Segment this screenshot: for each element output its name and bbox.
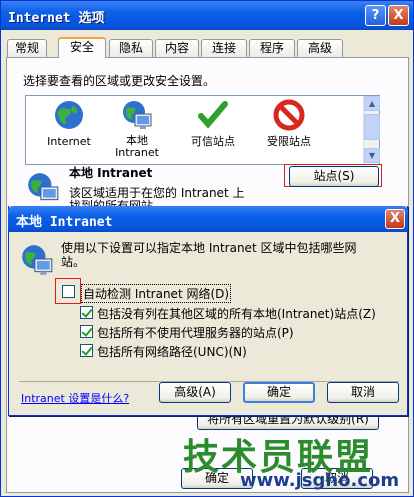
scroll-thumb[interactable]: [364, 114, 380, 140]
close-button[interactable]: X: [388, 5, 409, 26]
advanced-button[interactable]: 高级(A): [159, 382, 231, 403]
zone-trusted-sites-label: 可信站点: [191, 135, 235, 148]
tab-connections[interactable]: 连接: [201, 39, 247, 57]
no-entry-icon: [273, 99, 305, 131]
include-local-sites-checkbox[interactable]: [80, 306, 93, 319]
include-unc-label[interactable]: 包括所有网络路径(UNC)(N): [97, 343, 247, 360]
dialog-ok-button[interactable]: 确定: [243, 382, 315, 403]
globe-icon: [55, 101, 83, 129]
intranet-monitor-icon: [123, 101, 152, 129]
include-unc-checkbox[interactable]: [80, 344, 93, 357]
zone-restricted-sites[interactable]: 受限站点: [250, 96, 328, 148]
tab-security[interactable]: 安全: [58, 37, 106, 58]
zone-trusted-sites[interactable]: 可信站点: [174, 96, 252, 148]
scroll-up-icon[interactable]: ▲: [364, 96, 380, 111]
include-bypass-proxy-label[interactable]: 包括所有不使用代理服务器的站点(P): [97, 324, 294, 341]
dialog-cancel-button[interactable]: 取消: [327, 382, 399, 403]
intranet-zone-icon: [28, 173, 59, 201]
zone-internet[interactable]: Internet: [30, 96, 108, 148]
window-title: Internet 选项: [8, 11, 105, 26]
tab-programs[interactable]: 程序: [249, 39, 295, 57]
zone-internet-label: Internet: [47, 135, 91, 148]
dialog-close-button[interactable]: X: [385, 209, 405, 229]
title-bar[interactable]: Internet 选项 ? X: [1, 1, 413, 30]
zone-local-intranet[interactable]: 本地 Intranet: [98, 96, 176, 159]
include-bypass-proxy-checkbox[interactable]: [80, 325, 93, 338]
help-button[interactable]: ?: [365, 5, 386, 26]
tab-content[interactable]: 内容: [155, 39, 199, 57]
zone-scrollbar[interactable]: ▲ ▼: [363, 96, 380, 164]
dialog-description-1: 使用以下设置可以指定本地 Intranet 区域中包括哪些网: [61, 241, 357, 255]
dialog-description-2: 站。: [61, 255, 86, 269]
sites-button[interactable]: 站点(S): [289, 166, 379, 187]
intranet-help-link[interactable]: Intranet 设置是什么?: [21, 390, 129, 406]
tab-advanced[interactable]: 高级: [297, 39, 343, 57]
checkmark-icon: [198, 101, 228, 129]
zone-instruction: 选择要查看的区域或更改安全设置。: [23, 74, 216, 88]
auto-detect-checkbox[interactable]: [62, 285, 75, 298]
zone-local-intranet-label: 本地 Intranet: [115, 134, 159, 159]
auto-detect-label[interactable]: 自动检测 Intranet 网络(D): [81, 284, 232, 303]
dialog-title: 本地 Intranet: [16, 215, 113, 230]
intranet-monitor-icon: [22, 245, 53, 275]
local-intranet-dialog: 本地 Intranet X 使用以下设置可以指定本地 Intranet 区域中包…: [8, 206, 408, 416]
dialog-title-bar[interactable]: 本地 Intranet X: [8, 206, 408, 232]
scroll-down-icon[interactable]: ▼: [364, 148, 380, 163]
tab-general[interactable]: 常规: [7, 39, 47, 57]
zone-list: Internet 本地 Intranet 可信站点 受限站点 ▲ ▼: [25, 95, 380, 165]
tab-privacy[interactable]: 隐私: [109, 39, 153, 57]
zone-restricted-sites-label: 受限站点: [267, 135, 311, 148]
zone-title: 本地 Intranet: [69, 166, 153, 180]
watermark-url: www.jsgho.com: [240, 470, 400, 491]
include-local-sites-label[interactable]: 包括没有列在其他区域的所有本地(Intranet)站点(Z): [97, 305, 376, 322]
